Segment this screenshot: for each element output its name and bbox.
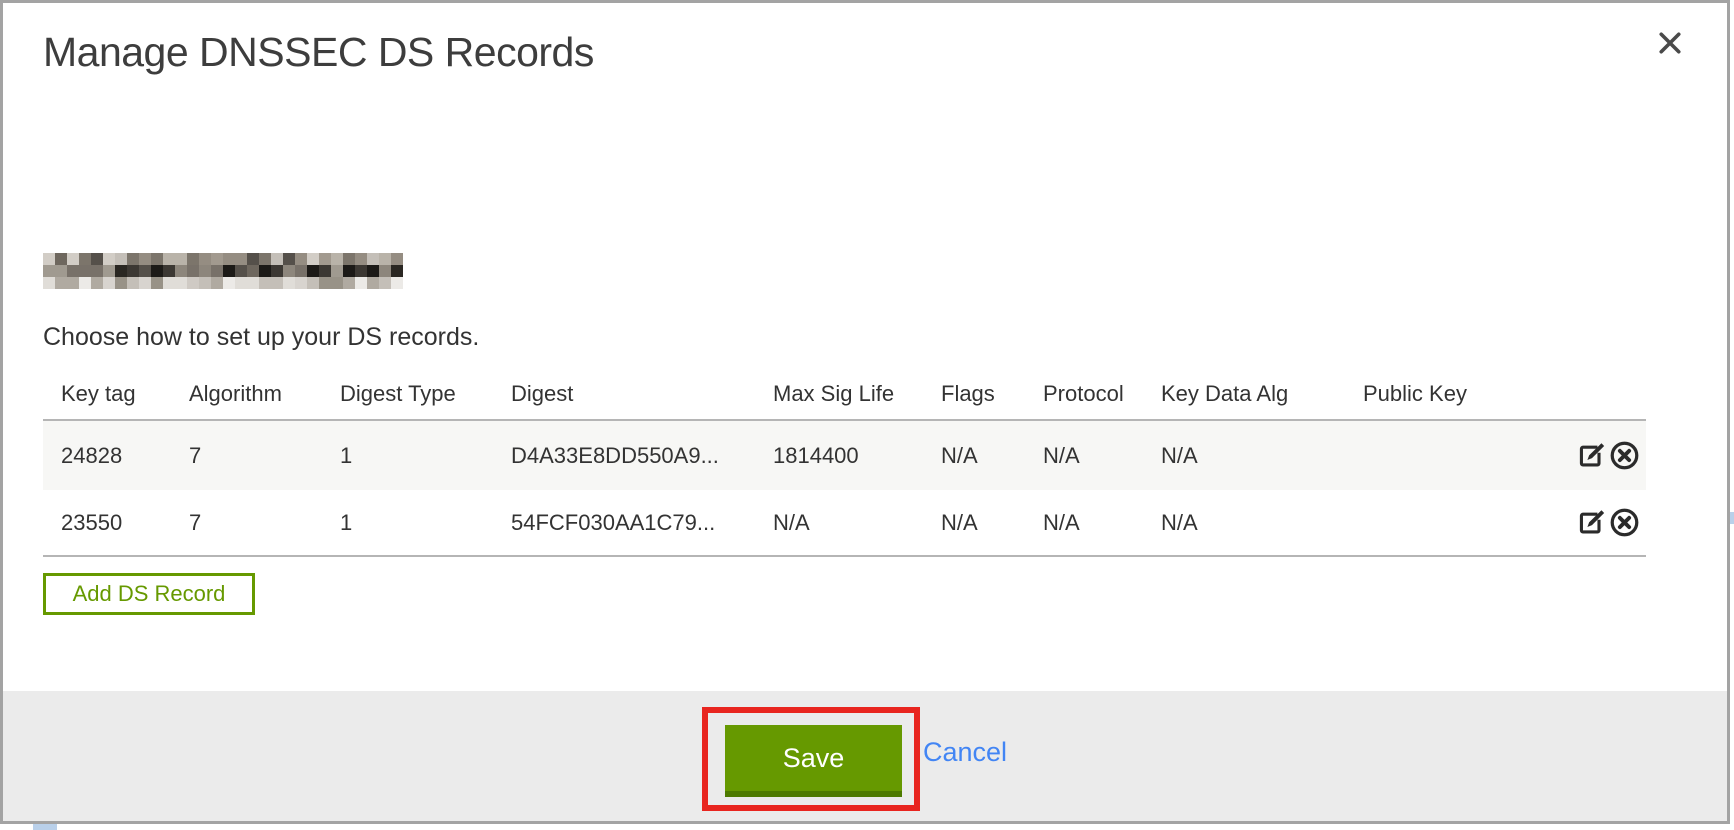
- background-page-artifact: [33, 824, 57, 830]
- close-button[interactable]: [1653, 27, 1687, 61]
- dialog-footer: Save Cancel: [3, 691, 1727, 821]
- column-header-key-data-alg: Key Data Alg: [1161, 381, 1363, 407]
- background-page-artifact: [1730, 512, 1734, 524]
- column-header-digest-type: Digest Type: [340, 381, 511, 407]
- column-header-flags: Flags: [941, 381, 1043, 407]
- dnssec-dialog: Manage DNSSEC DS Records Choose how to s…: [0, 0, 1730, 824]
- cell-key-data-alg: N/A: [1161, 510, 1363, 536]
- column-header-protocol: Protocol: [1043, 381, 1161, 407]
- delete-record-button[interactable]: [1609, 507, 1641, 539]
- ds-records-table: Key tag Algorithm Digest Type Digest Max…: [43, 369, 1646, 557]
- edit-icon: [1576, 507, 1608, 538]
- cancel-link[interactable]: Cancel: [923, 737, 1007, 768]
- table-row: 23550 7 1 54FCF030AA1C79... N/A N/A N/A …: [43, 490, 1646, 555]
- cell-key-tag: 23550: [61, 510, 189, 536]
- column-header-max-sig-life: Max Sig Life: [773, 381, 941, 407]
- cell-flags: N/A: [941, 510, 1043, 536]
- save-button[interactable]: Save: [725, 725, 902, 797]
- edit-record-button[interactable]: [1576, 440, 1608, 472]
- column-header-key-tag: Key tag: [61, 381, 189, 407]
- edit-record-button[interactable]: [1576, 507, 1608, 539]
- cell-max-sig-life: 1814400: [773, 443, 941, 469]
- redacted-domain-name: [43, 253, 403, 289]
- delete-icon: [1609, 440, 1641, 471]
- cell-algorithm: 7: [189, 443, 340, 469]
- cell-max-sig-life: N/A: [773, 510, 941, 536]
- table-row: 24828 7 1 D4A33E8DD550A9... 1814400 N/A …: [43, 419, 1646, 490]
- row-actions: [1576, 507, 1649, 539]
- close-icon: [1656, 45, 1684, 60]
- delete-icon: [1609, 507, 1641, 538]
- cell-key-data-alg: N/A: [1161, 443, 1363, 469]
- column-header-digest: Digest: [511, 381, 773, 407]
- row-actions: [1576, 440, 1649, 472]
- delete-record-button[interactable]: [1609, 440, 1641, 472]
- table-header-row: Key tag Algorithm Digest Type Digest Max…: [43, 369, 1646, 419]
- instruction-text: Choose how to set up your DS records.: [43, 323, 479, 352]
- cell-protocol: N/A: [1043, 443, 1161, 469]
- edit-icon: [1576, 440, 1608, 471]
- cell-protocol: N/A: [1043, 510, 1161, 536]
- cell-digest: 54FCF030AA1C79...: [511, 510, 773, 536]
- column-header-algorithm: Algorithm: [189, 381, 340, 407]
- cell-algorithm: 7: [189, 510, 340, 536]
- cell-digest-type: 1: [340, 510, 511, 536]
- cell-key-tag: 24828: [61, 443, 189, 469]
- cell-flags: N/A: [941, 443, 1043, 469]
- column-header-public-key: Public Key: [1363, 381, 1576, 407]
- add-ds-record-button[interactable]: Add DS Record: [43, 573, 255, 615]
- dialog-title: Manage DNSSEC DS Records: [43, 29, 594, 76]
- cell-digest-type: 1: [340, 443, 511, 469]
- cell-digest: D4A33E8DD550A9...: [511, 443, 773, 469]
